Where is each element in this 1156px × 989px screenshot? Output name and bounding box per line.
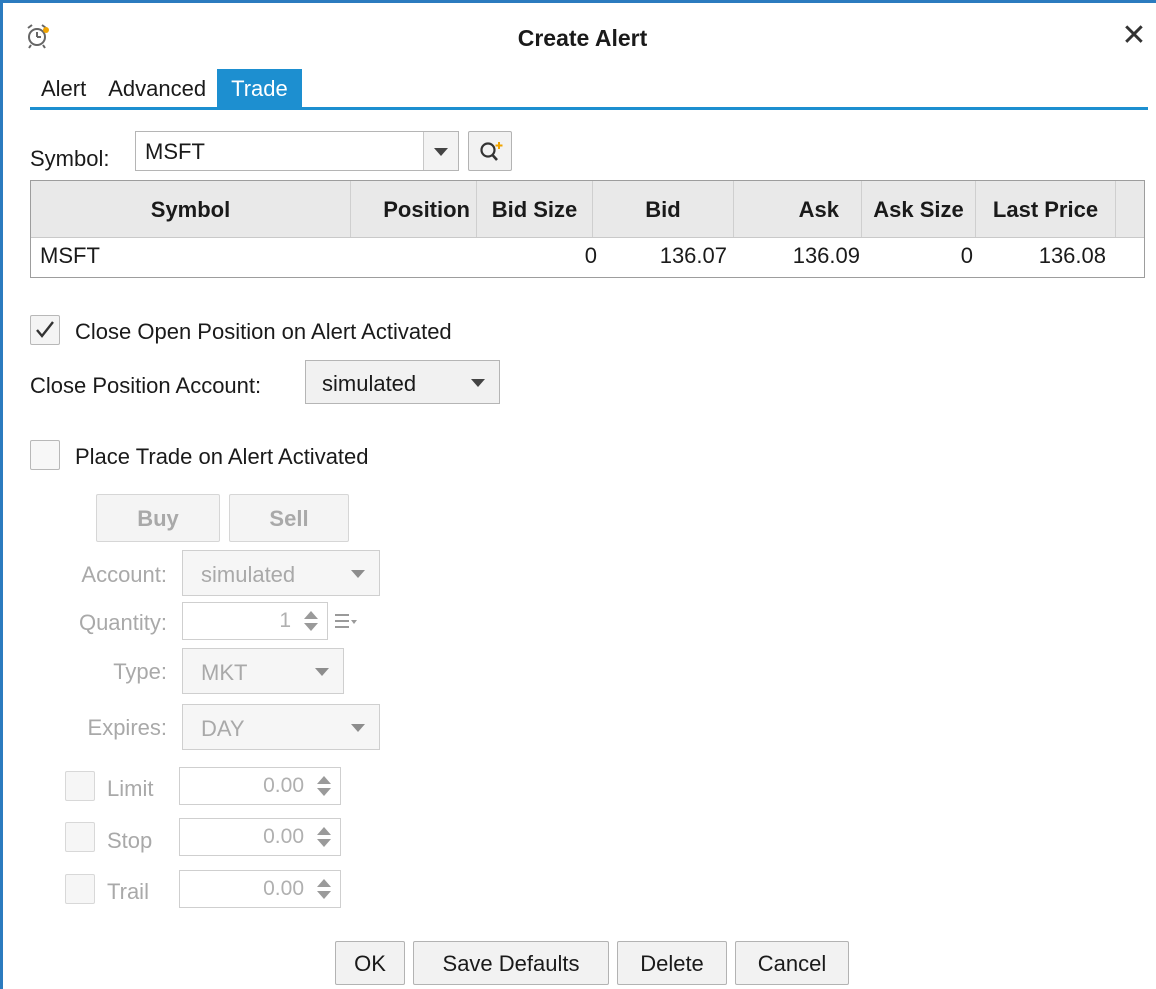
spin-up-icon[interactable] — [317, 776, 331, 784]
stop-price-value: 0.00 — [263, 825, 304, 848]
col-bid[interactable]: Bid — [593, 181, 734, 237]
close-position-account-value: simulated — [322, 371, 417, 396]
limit-checkbox[interactable] — [65, 771, 95, 801]
cell-bid: 136.07 — [659, 243, 727, 268]
tab-alert[interactable]: Alert — [30, 69, 97, 107]
table-header: Symbol Position Bid Size Bid Ask Ask Siz… — [31, 181, 1144, 238]
tab-bar: Alert Advanced Trade — [30, 69, 302, 107]
place-trade-checkbox[interactable] — [30, 440, 60, 470]
trail-amount-value: 0.00 — [263, 877, 304, 900]
spin-up-icon[interactable] — [317, 827, 331, 835]
place-trade-label: Place Trade on Alert Activated — [75, 444, 369, 469]
dialog-window: Create Alert ✕ Alert Advanced Trade Symb… — [0, 0, 1156, 989]
chevron-down-icon — [351, 570, 365, 578]
quantity-label: Quantity: — [78, 610, 167, 635]
chevron-down-icon[interactable] — [423, 132, 458, 170]
expires-select[interactable]: DAY — [182, 704, 380, 750]
search-icon — [480, 142, 503, 161]
cell-ask: 136.09 — [792, 243, 860, 268]
trail-amount-stepper[interactable]: 0.00 — [179, 870, 341, 908]
spin-up-icon[interactable] — [317, 879, 331, 887]
trade-account-label: Account: — [81, 562, 167, 587]
close-position-account-select[interactable]: simulated — [305, 360, 500, 404]
spin-down-icon[interactable] — [317, 788, 331, 796]
sell-button[interactable]: Sell — [229, 494, 349, 542]
trade-account-value: simulated — [201, 562, 296, 587]
spin-down-icon[interactable] — [317, 839, 331, 847]
limit-price-value: 0.00 — [263, 774, 304, 797]
trail-checkbox[interactable] — [65, 874, 95, 904]
spin-up-icon[interactable] — [304, 611, 318, 619]
cancel-button[interactable]: Cancel — [735, 941, 849, 985]
expires-value: DAY — [201, 716, 245, 741]
trade-account-select[interactable]: simulated — [182, 550, 380, 596]
cell-ask-size: 0 — [960, 243, 973, 268]
buy-button[interactable]: Buy — [96, 494, 220, 542]
ok-button[interactable]: OK — [335, 941, 405, 985]
close-position-account-label: Close Position Account: — [30, 373, 262, 398]
stop-checkbox[interactable] — [65, 822, 95, 852]
spin-down-icon[interactable] — [317, 891, 331, 899]
quantity-menu-icon[interactable] — [334, 611, 358, 631]
symbol-combo[interactable]: MSFT — [135, 131, 459, 171]
checkmark-icon — [36, 321, 54, 338]
tab-advanced[interactable]: Advanced — [97, 69, 217, 107]
expires-label: Expires: — [87, 715, 167, 740]
close-position-label: Close Open Position on Alert Activated — [75, 319, 452, 344]
order-type-select[interactable]: MKT — [182, 648, 344, 694]
tab-trade[interactable]: Trade — [217, 69, 302, 107]
chevron-down-icon — [315, 668, 329, 676]
col-position[interactable]: Position — [351, 181, 477, 237]
cell-symbol: MSFT — [40, 243, 100, 268]
close-icon[interactable]: ✕ — [1117, 19, 1151, 53]
quantity-stepper[interactable]: 1 — [182, 602, 328, 640]
save-defaults-button[interactable]: Save Defaults — [413, 941, 609, 985]
type-label: Type: — [113, 659, 167, 684]
title-bar: Create Alert ✕ — [6, 6, 1156, 68]
stop-price-stepper[interactable]: 0.00 — [179, 818, 341, 856]
chevron-down-icon — [351, 724, 365, 732]
dialog-title: Create Alert — [517, 25, 648, 51]
close-position-checkbox[interactable] — [30, 315, 60, 345]
quote-table: Symbol Position Bid Size Bid Ask Ask Siz… — [30, 180, 1145, 278]
cell-last-price: 136.08 — [1038, 243, 1106, 268]
col-ask-size[interactable]: Ask Size — [862, 181, 976, 237]
limit-label: Limit — [107, 776, 154, 801]
symbol-label: Symbol: — [30, 146, 110, 171]
symbol-value: MSFT — [145, 139, 205, 164]
order-type-value: MKT — [201, 660, 248, 685]
symbol-search-button[interactable] — [468, 131, 512, 171]
chevron-down-icon — [471, 379, 485, 387]
spin-down-icon[interactable] — [304, 623, 318, 631]
quantity-value: 1 — [279, 609, 291, 632]
col-last-price[interactable]: Last Price — [976, 181, 1116, 237]
tab-underline — [30, 107, 1148, 110]
col-symbol[interactable]: Symbol — [31, 181, 351, 237]
col-bid-size[interactable]: Bid Size — [477, 181, 593, 237]
col-ask[interactable]: Ask — [734, 181, 862, 237]
stop-label: Stop — [107, 828, 153, 853]
trail-label: Trail — [107, 879, 149, 904]
cell-bid-size: 0 — [584, 243, 597, 268]
delete-button[interactable]: Delete — [617, 941, 727, 985]
limit-price-stepper[interactable]: 0.00 — [179, 767, 341, 805]
